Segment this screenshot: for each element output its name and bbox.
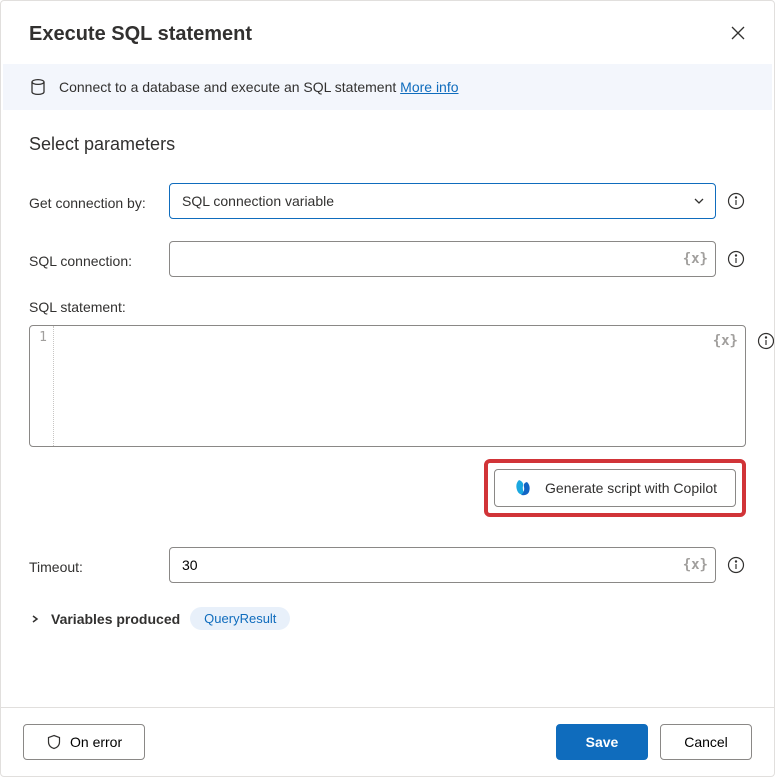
dialog-content: Select parameters Get connection by: SQL… [1,110,774,707]
database-icon [29,78,47,96]
sql-statement-info[interactable] [756,331,774,351]
connection-by-row: Get connection by: SQL connection variab… [29,183,746,219]
dialog-title: Execute SQL statement [29,23,252,46]
connection-by-value: SQL connection variable [182,193,334,209]
close-button[interactable] [726,21,750,48]
sql-connection-row: SQL connection: {x} [29,241,746,277]
info-icon [757,332,774,350]
timeout-input[interactable] [169,547,716,583]
close-icon [730,25,746,41]
timeout-label: Timeout: [29,555,159,575]
copilot-label: Generate script with Copilot [545,480,717,496]
sql-connection-info[interactable] [726,249,746,269]
variable-token-icon[interactable]: {x} [713,333,738,349]
dialog-header: Execute SQL statement [1,1,774,64]
variable-token-icon[interactable]: {x} [683,251,708,267]
connection-by-select[interactable]: SQL connection variable [169,183,716,219]
copilot-highlight: Generate script with Copilot [484,459,746,517]
shield-icon [46,734,62,750]
editor-body[interactable] [54,326,745,446]
copilot-icon [513,478,533,498]
on-error-label: On error [70,734,122,750]
info-icon [727,556,745,574]
info-banner: Connect to a database and execute an SQL… [3,64,772,110]
chevron-right-icon [29,613,41,625]
connection-by-info[interactable] [726,191,746,211]
sql-connection-label: SQL connection: [29,249,159,269]
chevron-down-icon [692,194,706,208]
dialog-footer: On error Save Cancel [1,707,774,776]
save-button[interactable]: Save [556,724,648,760]
on-error-button[interactable]: On error [23,724,145,760]
info-icon [727,192,745,210]
section-title: Select parameters [29,134,746,155]
info-icon [727,250,745,268]
sql-statement-label: SQL statement: [29,299,159,315]
variables-produced-row[interactable]: Variables produced QueryResult [29,607,746,630]
sql-statement-block: SQL statement: 1 {x} [29,299,746,447]
editor-gutter: 1 [30,326,54,446]
connection-by-label: Get connection by: [29,191,159,211]
sql-statement-editor[interactable]: 1 {x} [29,325,746,447]
variables-produced-label: Variables produced [51,611,180,627]
banner-text: Connect to a database and execute an SQL… [59,79,400,95]
timeout-row: Timeout: {x} [29,547,746,583]
cancel-button[interactable]: Cancel [660,724,752,760]
generate-copilot-button[interactable]: Generate script with Copilot [494,469,736,507]
more-info-link[interactable]: More info [400,79,458,95]
timeout-info[interactable] [726,555,746,575]
variable-token-icon[interactable]: {x} [683,557,708,573]
sql-connection-input[interactable] [169,241,716,277]
variable-pill[interactable]: QueryResult [190,607,290,630]
copilot-row: Generate script with Copilot [29,459,746,517]
